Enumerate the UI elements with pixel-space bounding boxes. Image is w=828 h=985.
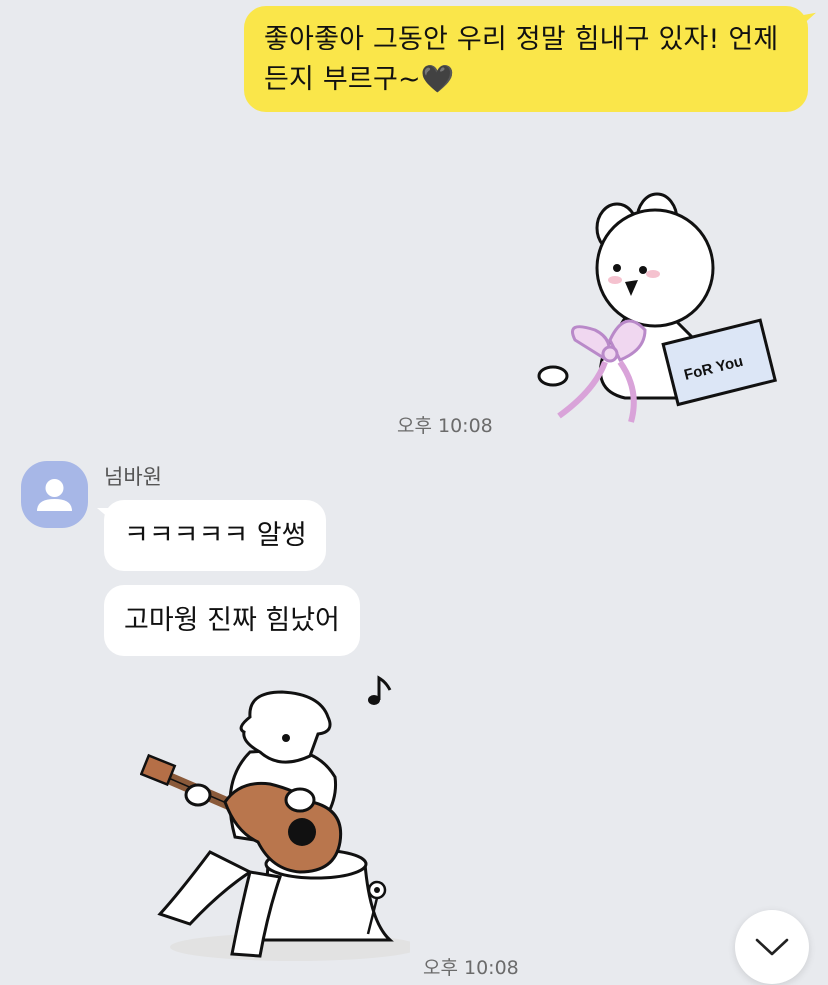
sender-name: 넘바원 (104, 465, 162, 489)
incoming-message-bubble[interactable]: 고마웡 진짜 힘났어 (104, 585, 360, 656)
scroll-to-bottom-button[interactable] (735, 910, 809, 984)
outgoing-message-text: 좋아좋아 그동안 우리 정말 힘내구 있자! 언제든지 부르구~🖤 (264, 24, 779, 95)
music-note-icon (368, 675, 392, 705)
bubble-tail (802, 12, 816, 26)
person-icon (37, 479, 72, 511)
bunny-gift-sticker[interactable]: FoR You (535, 190, 780, 430)
incoming-message-bubble[interactable]: ㅋㅋㅋㅋㅋ 알썽 (97, 500, 327, 571)
chevron-down-icon (755, 938, 789, 956)
avatar[interactable] (21, 461, 88, 528)
incoming-timestamp: 오후 10:08 (423, 957, 519, 979)
bubble-tail (97, 508, 110, 519)
incoming-message-text: ㅋㅋㅋㅋㅋ 알썽 (124, 520, 307, 551)
outgoing-timestamp: 오후 10:08 (397, 415, 493, 437)
incoming-message-text: 고마웡 진짜 힘났어 (124, 605, 340, 636)
guitar-player-sticker[interactable] (140, 672, 410, 968)
outgoing-message-bubble[interactable]: 좋아좋아 그동안 우리 정말 힘내구 있자! 언제든지 부르구~🖤 (244, 6, 816, 112)
